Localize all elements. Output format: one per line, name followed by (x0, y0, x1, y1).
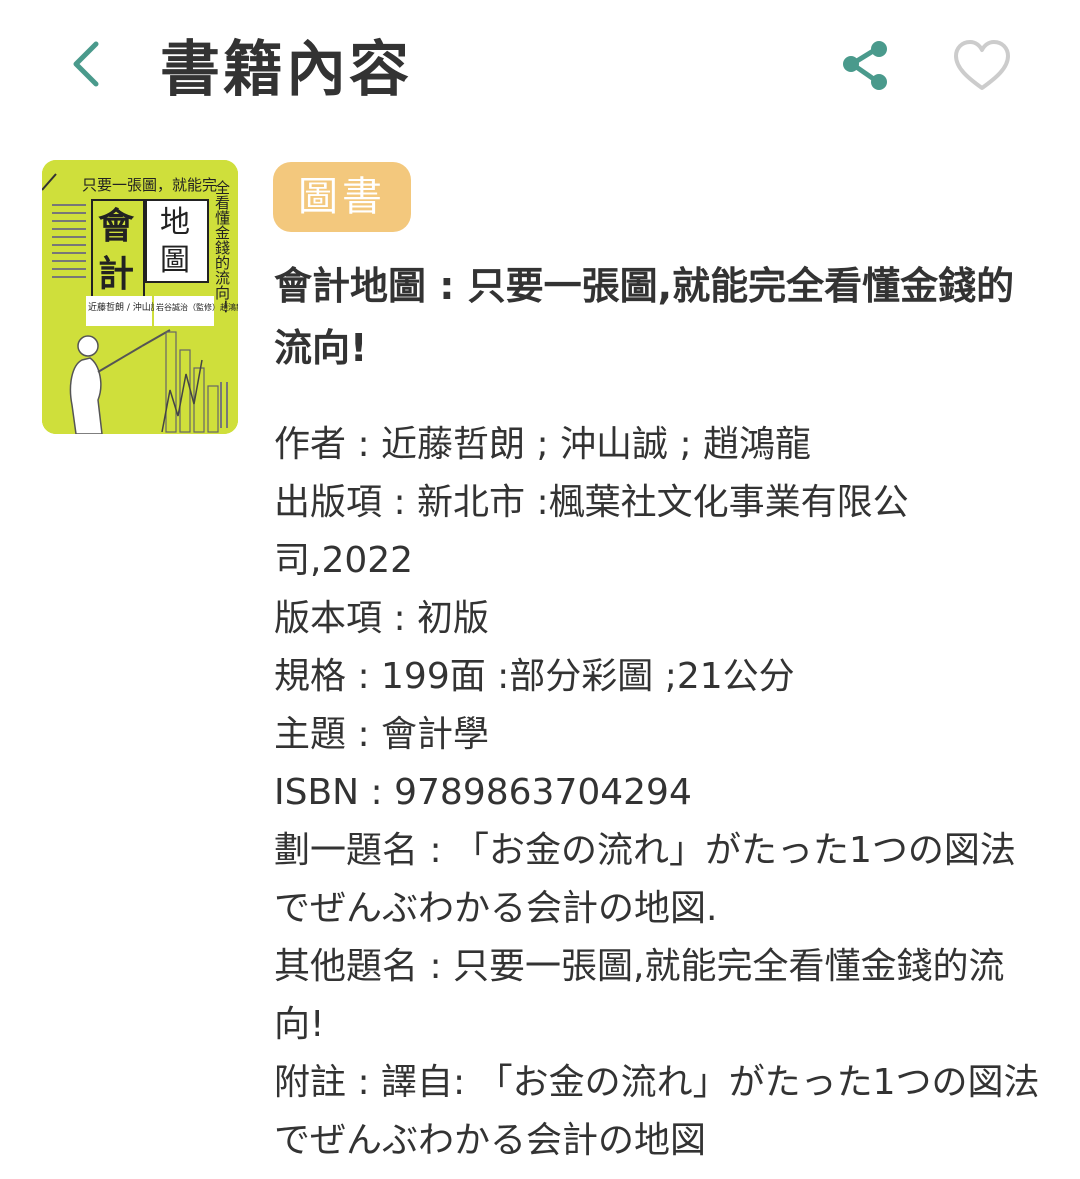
detail-author: 作者 : 近藤哲朗 ; 沖山誠 ; 趙鴻龍 (274, 424, 812, 465)
share-button[interactable] (838, 38, 894, 94)
detail-description: 規格 : 199面 :部分彩圖 ;21公分 (274, 656, 795, 697)
cover-supervisor: 岩谷誠治（監修）趙鴻龍（譯） (156, 302, 238, 312)
detail-publication: 出版項 : 新北市 :楓葉社文化事業有限公司,2022 (274, 482, 909, 581)
cover-tagline-horizontal: 只要一張圖，就能完 (82, 176, 217, 194)
page-title: 書籍內容 (160, 35, 412, 105)
detail-subject[interactable]: 主題 : 會計學 (274, 706, 1044, 764)
detail-note: 附註 : 譯自: 「お金の流れ」がたった1つの図法でぜんぶわかる会計の地図 (274, 1062, 1040, 1161)
book-title: 會計地圖 : 只要一張圖,就能完全看懂金錢的流向! (274, 264, 1015, 370)
cover-title-left-2: 計 (98, 253, 134, 295)
heart-outline-icon (954, 40, 1010, 90)
favorite-button[interactable] (950, 38, 1014, 94)
cover-title-left-1: 會 (98, 205, 135, 247)
back-button[interactable] (60, 36, 116, 92)
detail-uniform-title: 劃一題名 : 「お金の流れ」がたった1つの図法でぜんぶわかる会計の地図. (274, 830, 1016, 929)
book-cover-art: 只要一張圖，就能完 全看懂金錢的流向！ 會 計 地 圖 近藤哲朗 / 沖山誠（著… (42, 160, 238, 434)
app-header: 書籍內容 (0, 0, 1080, 130)
detail-other-title: 其他題名 : 只要一張圖,就能完全看懂金錢的流向! (274, 946, 1005, 1045)
detail-edition: 版本項 : 初版 (274, 598, 490, 639)
share-icon (843, 41, 887, 90)
detail-isbn: ISBN : 9789863704294 (274, 772, 692, 813)
cover-title-right-1: 地 (160, 205, 190, 240)
cover-tagline-vertical: 全看懂金錢的流向！ (213, 179, 231, 315)
book-cover-image[interactable]: 只要一張圖，就能完 全看懂金錢的流向！ 會 計 地 圖 近藤哲朗 / 沖山誠（著… (42, 160, 238, 434)
book-details: 作者 : 近藤哲朗 ; 沖山誠 ; 趙鴻龍 出版項 : 新北市 :楓葉社文化事業… (274, 416, 1044, 1170)
cover-title-right-2: 圖 (160, 243, 190, 278)
chevron-left-icon (73, 41, 99, 87)
material-type-badge: 圖書 (273, 162, 411, 232)
